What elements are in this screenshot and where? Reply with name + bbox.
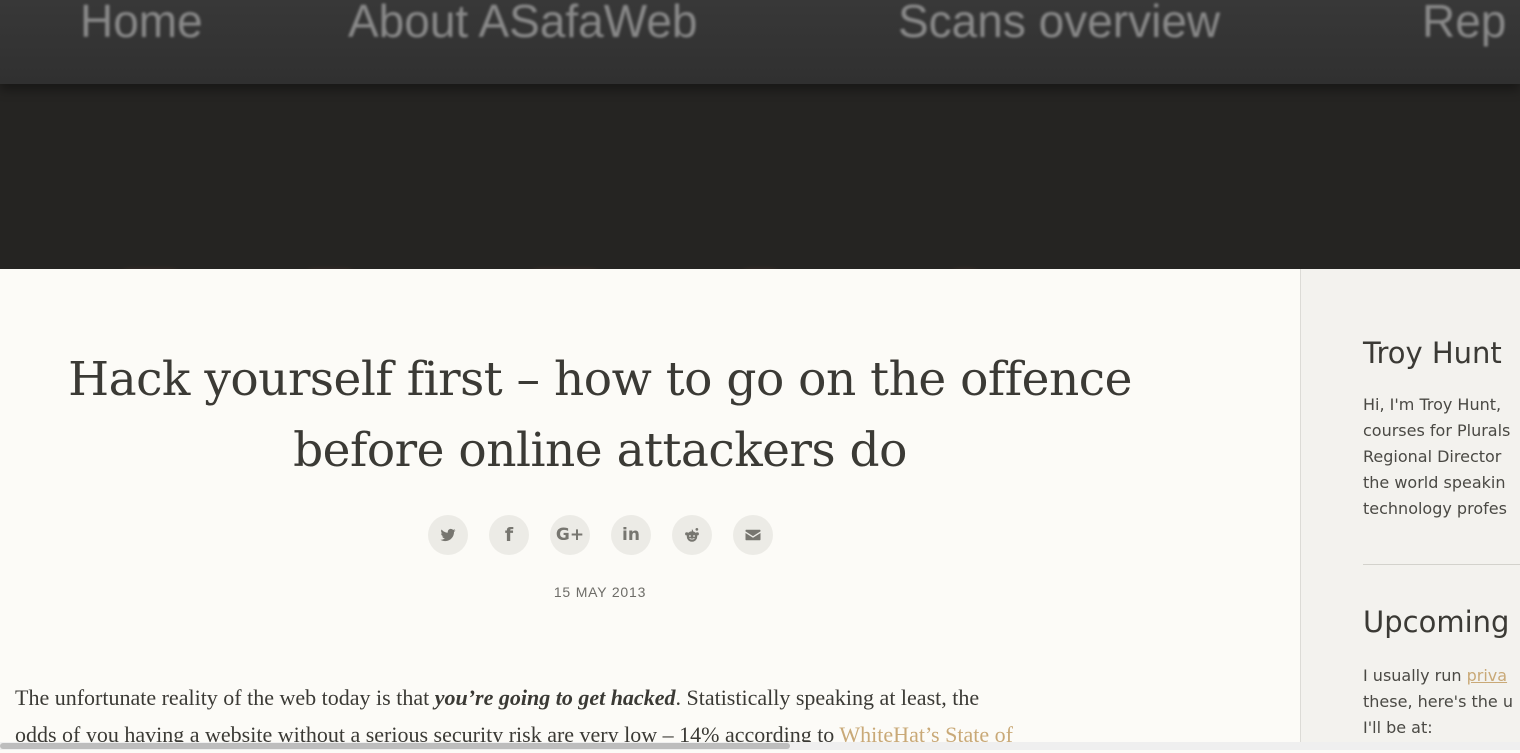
- share-email-button[interactable]: [733, 515, 773, 555]
- body-text: . Statistically speaking at least, the: [675, 685, 980, 710]
- hero-banner: [0, 84, 1520, 269]
- main-content: [0, 269, 1300, 750]
- post-date: 15 MAY 2013: [553, 584, 647, 600]
- sidebar-divider: [1363, 564, 1520, 565]
- sidebar-author-heading: Troy Hunt: [1363, 336, 1502, 370]
- upcoming-line: these, here's the u: [1363, 692, 1513, 711]
- post-title: Hack yourself first – how to go on the o…: [40, 344, 1160, 486]
- bio-line: Regional Director: [1363, 447, 1502, 466]
- bio-line: Hi, I'm Troy Hunt,: [1363, 395, 1502, 414]
- upcoming-line: I usually run: [1363, 666, 1467, 685]
- body-text: The unfortunate reality of the web today…: [15, 685, 435, 710]
- scrollbar-thumb[interactable]: [0, 743, 790, 749]
- post-title-line-1: Hack yourself first – how to go on the o…: [68, 352, 1132, 407]
- share-linkedin-button[interactable]: in: [611, 515, 651, 555]
- bio-line: the world speakin: [1363, 473, 1506, 492]
- reddit-icon: [685, 528, 699, 542]
- private-workshops-link[interactable]: priva: [1467, 666, 1507, 685]
- linkedin-icon: in: [622, 524, 640, 545]
- sidebar-upcoming-heading: Upcoming: [1363, 605, 1510, 639]
- share-buttons: f G+ in: [428, 515, 773, 555]
- facebook-icon: f: [504, 523, 514, 546]
- nav-about-link[interactable]: About ASafaWeb: [348, 0, 698, 48]
- share-reddit-button[interactable]: [672, 515, 712, 555]
- bio-line: technology profes: [1363, 499, 1507, 518]
- sidebar-upcoming-text: I usually run priva these, here's the u …: [1363, 663, 1513, 741]
- horizontal-scrollbar[interactable]: [0, 742, 1520, 750]
- share-facebook-button[interactable]: f: [489, 515, 529, 555]
- twitter-icon: [440, 528, 456, 542]
- nav-home-link[interactable]: Home: [80, 0, 203, 48]
- post-title-line-2: before online attackers do: [293, 423, 907, 478]
- sidebar-author-bio: Hi, I'm Troy Hunt, courses for Plurals R…: [1363, 392, 1510, 522]
- upcoming-line: I'll be at:: [1363, 718, 1433, 737]
- share-twitter-button[interactable]: [428, 515, 468, 555]
- nav-scans-overview-link[interactable]: Scans overview: [898, 0, 1220, 48]
- body-emphasis: you’re going to get hacked: [434, 685, 676, 710]
- top-navigation: Home About ASafaWeb Scans overview Rep: [0, 0, 1520, 84]
- google-plus-icon: G+: [555, 524, 585, 545]
- share-google-plus-button[interactable]: G+: [550, 515, 590, 555]
- bio-line: courses for Plurals: [1363, 421, 1511, 440]
- nav-reports-link[interactable]: Rep: [1422, 0, 1506, 48]
- email-icon: [745, 529, 761, 541]
